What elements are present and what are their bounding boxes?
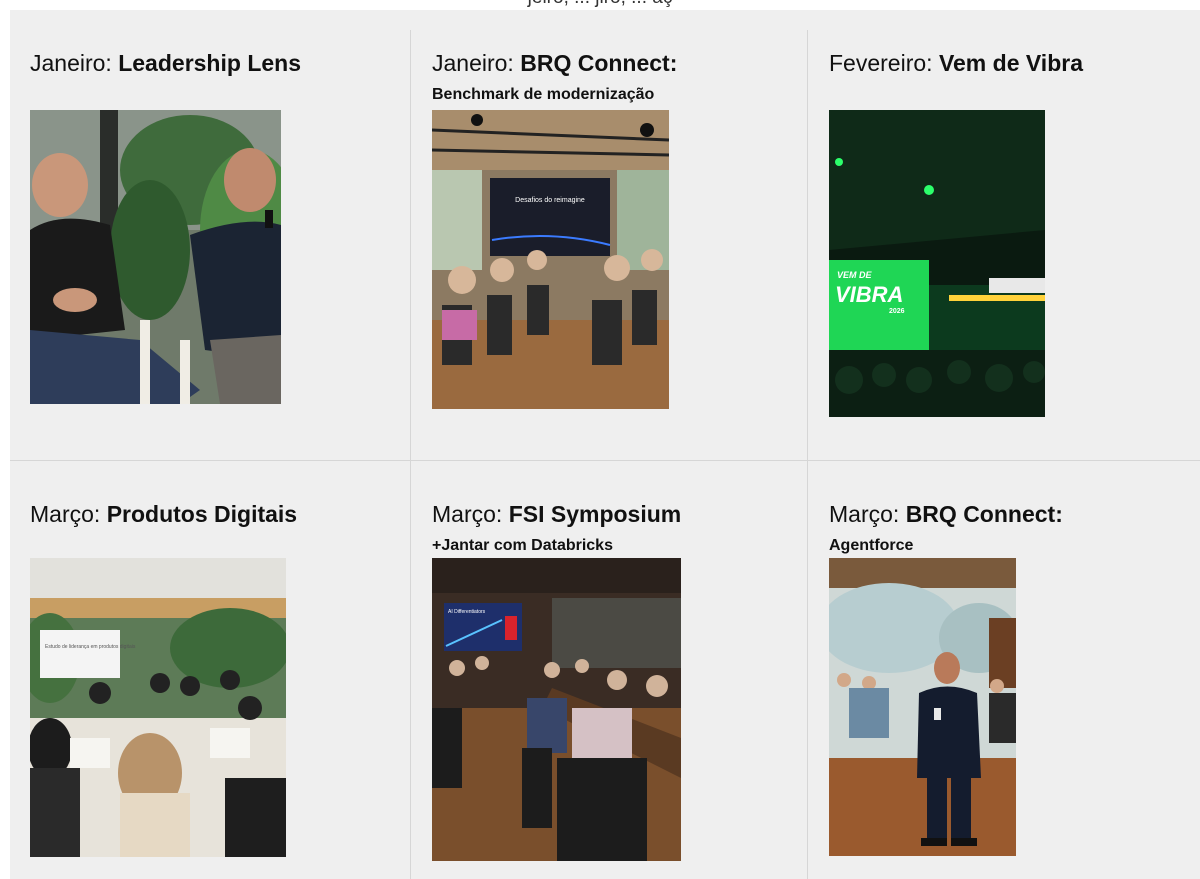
event-title: Março: FSI Symposium — [432, 500, 681, 528]
event-month: Março: — [30, 501, 101, 527]
event-card-leadership-lens: Janeiro: Leadership Lens — [10, 10, 410, 460]
event-name: Produtos Digitais — [106, 501, 298, 527]
event-photo-brq-benchmark: Desafios do reimagine — [432, 110, 669, 409]
event-month: Março: — [829, 501, 900, 527]
event-subtitle: Agentforce — [829, 537, 914, 554]
event-photo-fsi-symposium: AI Differentiators — [432, 558, 681, 861]
event-month: Janeiro: — [30, 50, 112, 76]
event-card-fsi-symposium: Março: FSI Symposium +Jantar com Databri… — [411, 461, 807, 879]
event-photo-vem-de-vibra: VEM DE VIBRA 2026 — [829, 110, 1045, 417]
event-title: Janeiro: Leadership Lens — [30, 49, 301, 77]
event-title: Janeiro: BRQ Connect: — [432, 49, 677, 77]
vibra-year: 2026 — [889, 308, 905, 315]
event-card-brq-connect-agentforce: Março: BRQ Connect: Agentforce — [808, 461, 1200, 879]
event-photo-leadership-lens — [30, 110, 281, 404]
event-month: Março: — [432, 501, 503, 527]
event-title: Fevereiro: Vem de Vibra — [829, 49, 1083, 77]
slide-title: AI Differentiators — [448, 609, 486, 615]
top-cropped-text-bar: jeiro, ... jiro, ... aç — [0, 0, 1200, 10]
event-subtitle: Benchmark de modernização — [432, 86, 655, 103]
event-card-produtos-digitais: Março: Produtos Digitais Estudo de lider… — [10, 461, 410, 879]
vibra-logo-small: VEM DE — [837, 270, 873, 280]
event-photo-brq-agentforce — [829, 558, 1016, 856]
event-name: Leadership Lens — [118, 50, 301, 76]
event-title: Março: BRQ Connect: — [829, 500, 1063, 528]
event-subtitle: +Jantar com Databricks — [432, 537, 613, 554]
events-grid: Janeiro: Leadership Lens Janeiro: BRQ Co… — [10, 10, 1200, 879]
event-month: Janeiro: — [432, 50, 514, 76]
event-title: Março: Produtos Digitais — [30, 500, 297, 528]
event-name: FSI Symposium — [508, 501, 682, 527]
vibra-logo-word: VIBRA — [835, 282, 903, 307]
slide-text: Estudo de liderança em produtos digitais — [45, 644, 136, 650]
header-partial-text: jeiro, ... jiro, ... aç — [0, 0, 1200, 9]
event-name: BRQ Connect: — [905, 501, 1063, 527]
event-photo-produtos-digitais: Estudo de liderança em produtos digitais — [30, 558, 286, 857]
event-card-brq-connect-benchmark: Janeiro: BRQ Connect: Benchmark de moder… — [411, 10, 807, 460]
slide-title: Desafios do reimagine — [515, 197, 585, 204]
event-name: Vem de Vibra — [938, 50, 1083, 76]
event-card-vem-de-vibra: Fevereiro: Vem de Vibra VEM DE VIBRA 202… — [808, 10, 1200, 460]
event-name: BRQ Connect: — [520, 50, 678, 76]
event-month: Fevereiro: — [829, 50, 933, 76]
